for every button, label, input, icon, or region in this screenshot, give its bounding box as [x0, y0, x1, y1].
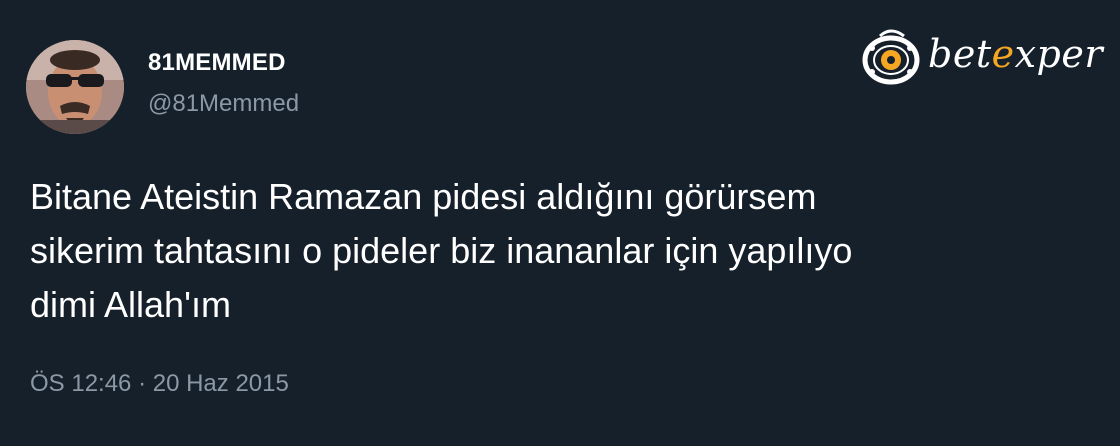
tweet-card: 81MEMMED @81Memmed betexper Bitane Ateis…: [0, 0, 1120, 446]
author-handle[interactable]: @81Memmed: [148, 90, 299, 118]
tweet-timestamp[interactable]: ÖS 12:46 · 20 Haz 2015: [30, 370, 289, 398]
avatar-photo-icon: [26, 40, 124, 134]
author-display-name[interactable]: 81MEMMED: [148, 49, 286, 77]
watermark-wordmark: betexper: [928, 32, 1103, 76]
wordmark-part-b: e: [991, 32, 1015, 76]
avatar[interactable]: [26, 40, 124, 134]
film-reel-icon: [862, 29, 920, 85]
wordmark-part-c: xper: [1014, 32, 1104, 76]
wordmark-part-a: bet: [928, 32, 992, 76]
tweet-text: Bitane Ateistin Ramazan pidesi aldığını …: [30, 176, 853, 325]
watermark-logo: betexper: [860, 26, 1103, 92]
